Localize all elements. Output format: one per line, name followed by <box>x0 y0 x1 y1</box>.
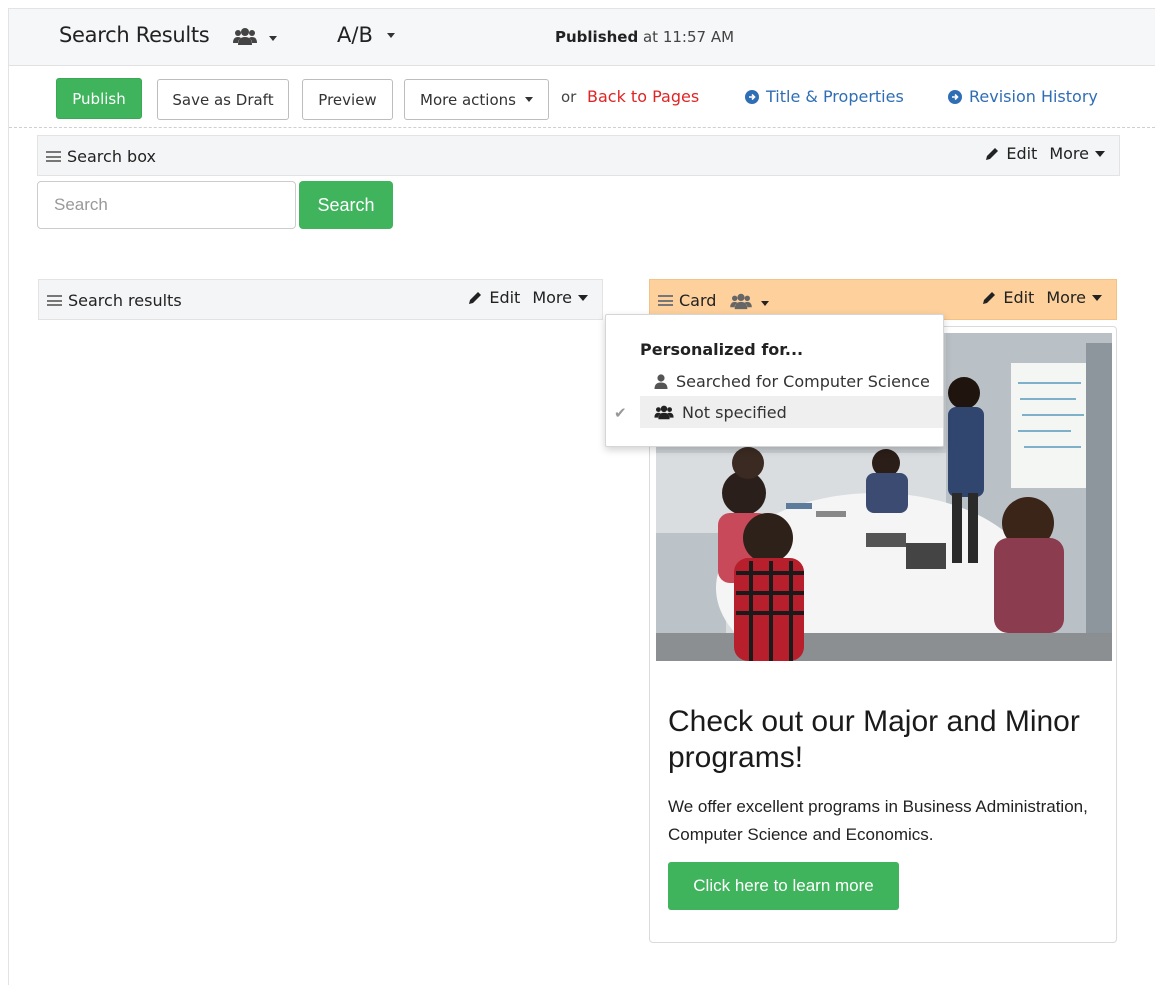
drag-handle-icon <box>658 295 673 306</box>
more-actions-button[interactable]: More actions <box>404 79 549 120</box>
learn-more-button[interactable]: Click here to learn more <box>668 862 899 910</box>
users-icon <box>730 293 753 309</box>
search-box-section-bar: Search box Edit More <box>37 135 1120 176</box>
users-icon <box>233 26 257 51</box>
chevron-down-icon <box>1095 150 1105 157</box>
more-label: More <box>1046 288 1086 307</box>
pencil-icon <box>469 292 482 304</box>
publish-status: Published at 11:57 AM <box>555 28 734 46</box>
more-label: More <box>1049 144 1089 163</box>
chevron-down-icon <box>524 97 533 102</box>
chevron-down-icon <box>578 294 588 301</box>
search-button[interactable]: Search <box>299 181 393 229</box>
personalization-item-computer-science[interactable]: Searched for Computer Science <box>640 365 943 397</box>
pencil-icon <box>986 148 999 160</box>
check-icon: ✔ <box>614 404 627 422</box>
card-text: We offer excellent programs in Business … <box>668 797 1088 844</box>
ab-label: A/B <box>337 23 373 47</box>
edit-label: Edit <box>489 288 521 307</box>
card-section-label: Card <box>679 291 717 310</box>
drag-handle-icon <box>46 151 61 162</box>
ab-test-dropdown[interactable]: A/B <box>337 23 395 47</box>
personalization-menu: Personalized for... Searched for Compute… <box>605 314 944 447</box>
arrow-circle-right-icon <box>745 89 759 104</box>
revision-history-label: Revision History <box>969 87 1098 106</box>
chevron-down-icon <box>761 301 770 306</box>
personalization-item-not-specified[interactable]: Not specified <box>640 396 943 428</box>
personalization-item-label: Searched for Computer Science <box>676 371 930 391</box>
search-results-more-button[interactable]: More <box>532 288 588 307</box>
audience-dropdown[interactable] <box>233 26 277 51</box>
card-personalization-toggle[interactable] <box>730 292 770 310</box>
search-box-more-button[interactable]: More <box>1049 144 1105 163</box>
more-label: More <box>532 288 572 307</box>
arrow-circle-right-icon <box>948 89 962 104</box>
title-properties-label: Title & Properties <box>766 87 904 106</box>
search-box-drag-handle[interactable]: Search box <box>46 147 156 166</box>
publish-status-label: Published <box>555 28 639 46</box>
save-draft-button[interactable]: Save as Draft <box>157 79 289 120</box>
personalization-menu-heading: Personalized for... <box>640 340 804 359</box>
or-text: or <box>561 88 577 106</box>
card-title: Check out our Major and Minor programs! <box>668 705 1080 774</box>
search-results-edit-button[interactable]: Edit <box>468 288 520 307</box>
drag-handle-icon <box>47 295 62 306</box>
pencil-icon <box>983 292 996 304</box>
search-results-drag-handle[interactable]: Search results <box>47 291 182 310</box>
edit-label: Edit <box>1006 144 1038 163</box>
page-header: Search Results A/B Published at 11:57 AM <box>9 9 1155 66</box>
chevron-down-icon <box>1092 294 1102 301</box>
back-to-pages-link[interactable]: Back to Pages <box>587 87 699 106</box>
search-results-section-label: Search results <box>68 291 182 310</box>
search-box-edit-button[interactable]: Edit <box>985 144 1037 163</box>
chevron-down-icon <box>269 36 277 41</box>
title-properties-link[interactable]: Title & Properties <box>745 87 904 106</box>
editor-toolbar: Publish Save as Draft Preview More actio… <box>9 66 1155 128</box>
personalization-item-label: Not specified <box>682 402 787 422</box>
search-results-section-bar: Search results Edit More <box>38 279 603 320</box>
search-box-section-label: Search box <box>67 147 156 166</box>
search-input[interactable] <box>37 181 296 229</box>
publish-status-time: at 11:57 AM <box>638 28 735 46</box>
edit-label: Edit <box>1003 288 1035 307</box>
chevron-down-icon <box>386 32 395 38</box>
more-actions-label: More actions <box>420 90 516 109</box>
card-drag-handle[interactable]: Card <box>658 291 770 310</box>
preview-button[interactable]: Preview <box>302 79 393 120</box>
card-more-button[interactable]: More <box>1046 288 1102 307</box>
card-edit-button[interactable]: Edit <box>982 288 1034 307</box>
user-icon <box>654 373 668 389</box>
users-icon <box>654 405 674 420</box>
publish-button[interactable]: Publish <box>56 78 142 119</box>
revision-history-link[interactable]: Revision History <box>948 87 1098 106</box>
page-title: Search Results <box>59 23 210 47</box>
